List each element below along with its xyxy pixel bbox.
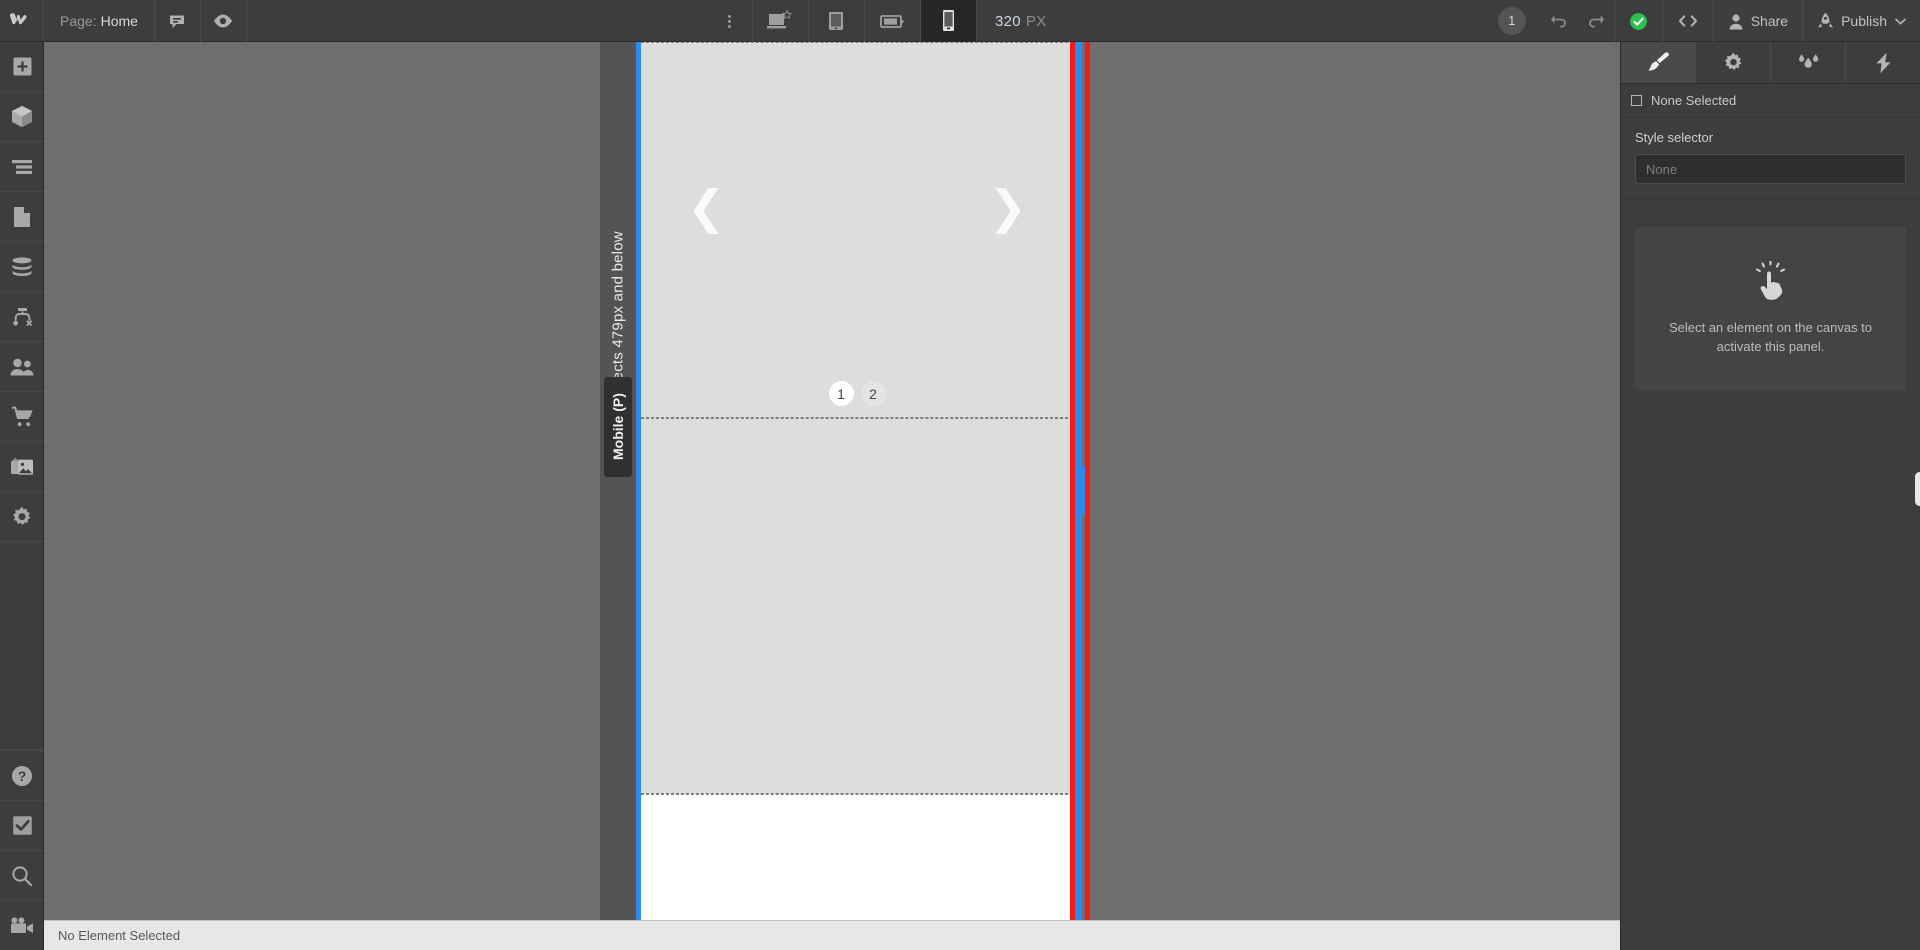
lightning-bolt-icon bbox=[1875, 52, 1892, 74]
tab-variables[interactable] bbox=[1771, 42, 1846, 83]
database-icon bbox=[11, 256, 33, 277]
page-document-icon bbox=[13, 206, 31, 228]
selection-label: None Selected bbox=[1651, 93, 1737, 108]
breakpoint-size-unit: PX bbox=[1025, 12, 1047, 30]
sidebar-item-components[interactable] bbox=[0, 92, 44, 142]
navigator-lines-icon bbox=[11, 159, 33, 175]
sidebar-item-video-tutorials[interactable] bbox=[0, 900, 44, 950]
topbar-right-tools: Share Publish bbox=[1613, 0, 1920, 42]
tab-settings[interactable] bbox=[1696, 42, 1771, 83]
breakpoint-size-indicator: 320 PX bbox=[977, 0, 1065, 42]
page-name-value: Home bbox=[100, 13, 138, 29]
breakpoint-size-number: 320 bbox=[994, 12, 1021, 30]
share-button[interactable]: Share bbox=[1712, 0, 1802, 42]
chevron-down-icon bbox=[1895, 18, 1906, 25]
pointing-hand-click-icon bbox=[1653, 261, 1888, 303]
water-drops-icon bbox=[1796, 52, 1820, 73]
right-panel-empty-state: Select an element on the canvas to activ… bbox=[1635, 227, 1906, 391]
page-prefix-label: Page: bbox=[60, 13, 97, 29]
breakpoint-tab-label[interactable]: Mobile (P) bbox=[604, 377, 632, 477]
slider-1-dots: 1 2 bbox=[641, 381, 1073, 406]
slider-1-dot[interactable]: 2 bbox=[860, 381, 886, 406]
svg-text:?: ? bbox=[18, 768, 27, 784]
sidebar-item-search[interactable] bbox=[0, 850, 44, 900]
topbar-left-spacer bbox=[247, 0, 707, 41]
paintbrush-icon bbox=[1647, 51, 1670, 74]
shopping-cart-icon bbox=[11, 406, 34, 427]
sidebar-item-audit[interactable] bbox=[0, 800, 44, 850]
design-canvas-area[interactable]: Affects 479px and below Mobile (P) ❮ ❯ 1… bbox=[44, 42, 1620, 920]
history-step-badge[interactable]: 1 bbox=[1497, 6, 1526, 35]
mobile-landscape-breakpoint-icon[interactable] bbox=[865, 0, 921, 42]
eye-icon[interactable] bbox=[201, 0, 247, 42]
left-sidebar: ? bbox=[0, 42, 44, 950]
right-panel-scroll-handle[interactable] bbox=[1915, 472, 1920, 506]
top-toolbar: Page: Home 320 PX 1 Share Publish bbox=[0, 0, 1920, 42]
sidebar-item-ecommerce[interactable] bbox=[0, 392, 44, 442]
status-bar-text: No Element Selected bbox=[58, 928, 181, 943]
sidebar-item-users[interactable] bbox=[0, 342, 44, 392]
sidebar-item-pages[interactable] bbox=[0, 192, 44, 242]
gear-icon bbox=[11, 506, 33, 528]
saved-check-icon[interactable] bbox=[1613, 0, 1662, 42]
style-selector-input[interactable]: None bbox=[1635, 154, 1906, 184]
topbar-flex-spacer bbox=[1065, 0, 1498, 41]
page-canvas[interactable]: ❮ ❯ 1 2 ❮ ❯ 1 2 3 bbox=[641, 42, 1073, 920]
desktop-breakpoint-icon[interactable] bbox=[753, 0, 809, 42]
person-icon bbox=[1728, 13, 1744, 30]
video-camera-icon bbox=[10, 917, 34, 934]
sidebar-item-assets[interactable] bbox=[0, 442, 44, 492]
comment-icon[interactable] bbox=[155, 0, 201, 42]
gear-icon bbox=[1723, 52, 1744, 73]
slider-1-prev-arrow[interactable]: ❮ bbox=[687, 184, 726, 230]
bottom-status-bar: No Element Selected bbox=[44, 920, 1620, 950]
right-panel-tabs bbox=[1621, 42, 1920, 84]
publish-label: Publish bbox=[1841, 13, 1887, 29]
share-label: Share bbox=[1750, 13, 1789, 29]
publish-button[interactable]: Publish bbox=[1802, 0, 1920, 42]
sidebar-item-help[interactable]: ? bbox=[0, 750, 44, 800]
webflow-logo-icon[interactable] bbox=[0, 0, 44, 42]
history-group: 1 bbox=[1497, 0, 1614, 42]
slider-1-next-arrow[interactable]: ❯ bbox=[988, 184, 1027, 230]
checkbox-check-icon bbox=[12, 815, 33, 836]
logic-flow-icon bbox=[11, 307, 34, 327]
magnifier-icon bbox=[11, 865, 33, 887]
rocket-icon bbox=[1817, 12, 1834, 30]
slider-section-1[interactable]: ❮ ❯ 1 2 bbox=[641, 42, 1073, 418]
style-selector-label: Style selector bbox=[1635, 130, 1714, 145]
sidebar-item-cms-collections[interactable] bbox=[0, 242, 44, 292]
selection-status-row: None Selected bbox=[1621, 84, 1920, 118]
style-selector-section: Style selector None bbox=[1621, 118, 1920, 199]
users-icon bbox=[10, 358, 34, 376]
right-panel: None Selected Style selector None Select… bbox=[1620, 42, 1920, 950]
assets-images-icon bbox=[10, 457, 34, 477]
right-panel-empty-wrapper: Select an element on the canvas to activ… bbox=[1621, 199, 1920, 391]
slider-1-dot[interactable]: 1 bbox=[828, 381, 854, 406]
tab-interactions[interactable] bbox=[1846, 42, 1920, 83]
sidebar-item-add-elements[interactable] bbox=[0, 42, 44, 92]
more-options-icon[interactable] bbox=[707, 0, 753, 42]
tablet-breakpoint-icon[interactable] bbox=[809, 0, 865, 42]
code-brackets-icon[interactable] bbox=[1661, 0, 1713, 42]
page-selector[interactable]: Page: Home bbox=[44, 0, 155, 42]
sidebar-item-project-settings[interactable] bbox=[0, 492, 44, 542]
empty-section-3[interactable] bbox=[641, 794, 1073, 920]
redo-icon[interactable] bbox=[1578, 0, 1614, 42]
sidebar-flex-spacer bbox=[0, 542, 43, 750]
plus-square-icon bbox=[12, 56, 33, 77]
undo-icon[interactable] bbox=[1542, 0, 1578, 42]
sidebar-item-navigator[interactable] bbox=[0, 142, 44, 192]
tab-style[interactable] bbox=[1621, 42, 1696, 83]
cube-icon bbox=[11, 105, 33, 128]
slider-section-2[interactable]: ❮ ❯ 1 2 3 bbox=[641, 418, 1073, 794]
element-square-icon bbox=[1631, 95, 1642, 106]
question-circle-icon: ? bbox=[11, 765, 33, 787]
breakpoint-rail: Affects 479px and below Mobile (P) bbox=[600, 42, 636, 920]
canvas-resize-grip[interactable] bbox=[1081, 466, 1090, 514]
mobile-portrait-breakpoint-icon[interactable] bbox=[920, 0, 977, 42]
sidebar-item-logic[interactable] bbox=[0, 292, 44, 342]
right-panel-empty-text: Select an element on the canvas to activ… bbox=[1668, 320, 1873, 354]
